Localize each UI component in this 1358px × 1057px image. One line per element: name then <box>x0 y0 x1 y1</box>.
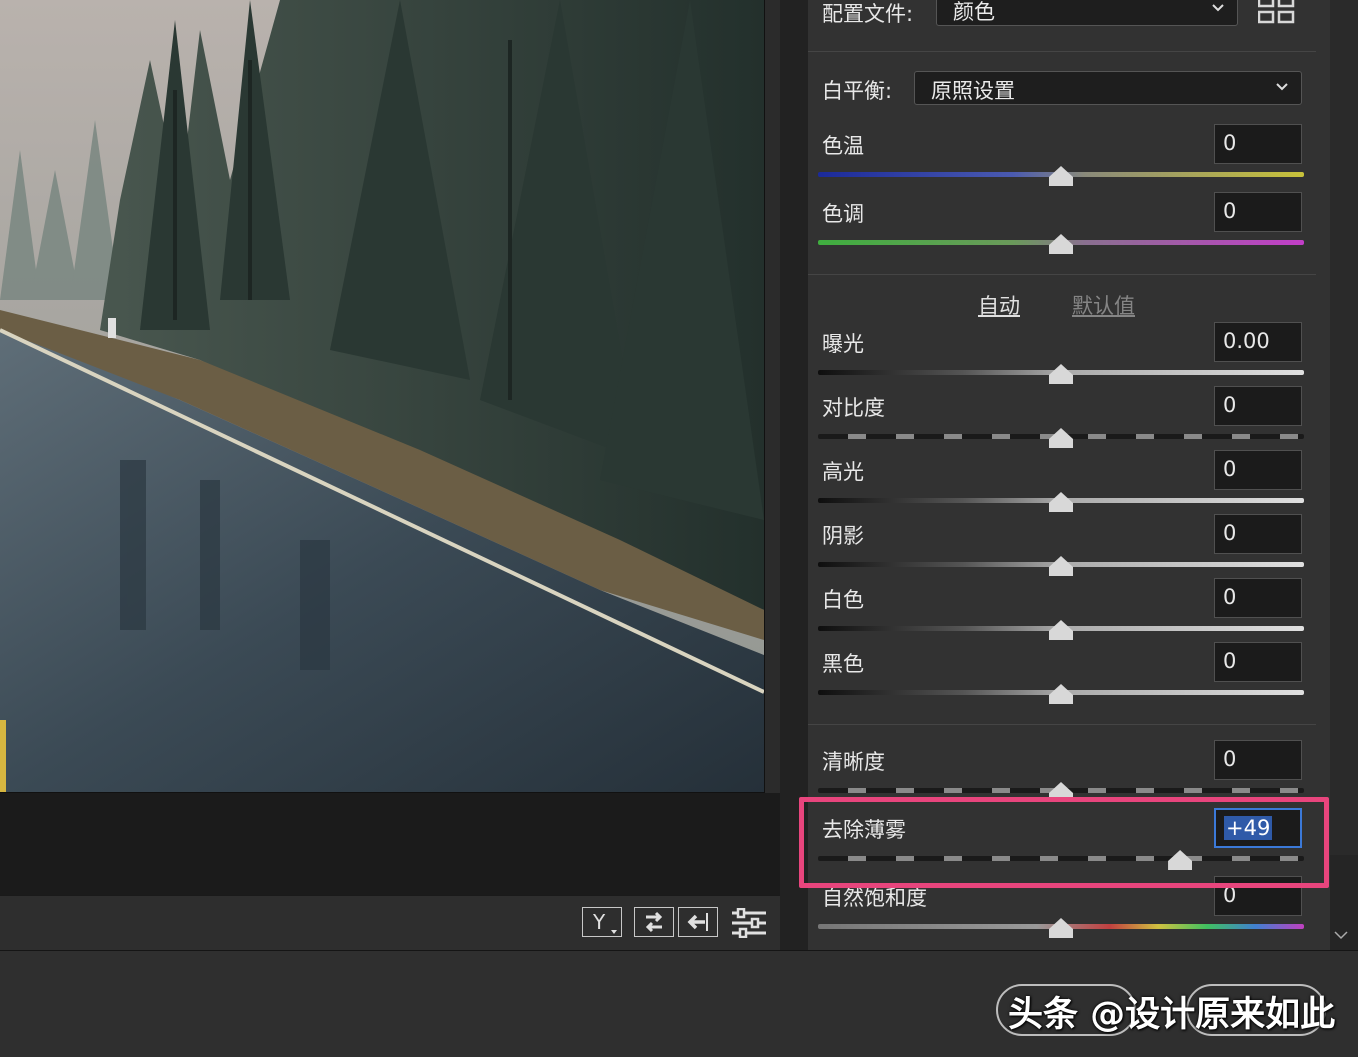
slider-value-field[interactable]: 0 <box>1214 124 1302 164</box>
panel-splitter[interactable] <box>780 0 808 950</box>
profile-browser-icon[interactable] <box>1258 0 1296 28</box>
white-balance-dropdown[interactable]: 原照设置 <box>914 71 1302 105</box>
slider-label: 色温 <box>822 134 864 158</box>
preview-toolbar: Y <box>0 895 780 951</box>
profile-value: 颜色 <box>953 0 995 24</box>
slider-thumb-shape <box>1049 918 1073 938</box>
slider-label: 曝光 <box>822 332 864 356</box>
slider-thumb-shape <box>1049 166 1073 186</box>
preview-background <box>0 793 780 895</box>
scroll-down-icon[interactable] <box>1332 926 1350 944</box>
slider-label: 清晰度 <box>822 750 885 774</box>
slider-label: 黑色 <box>822 652 864 676</box>
slider-value: 0.00 <box>1223 329 1270 353</box>
slider-thumb-shape <box>1049 364 1073 384</box>
slider-value: 0 <box>1223 199 1237 223</box>
auto-link[interactable]: 自动 <box>978 290 1020 320</box>
slider-thumb-shape <box>1168 850 1193 870</box>
chevron-down-icon <box>1212 4 1224 12</box>
slider-thumb-shape <box>1049 684 1073 704</box>
slider-value: 0 <box>1223 521 1237 545</box>
slider-value: 0 <box>1223 585 1237 609</box>
slider-label: 去除薄雾 <box>822 818 906 842</box>
slider-value: +49 <box>1224 816 1273 840</box>
slider-label: 对比度 <box>822 396 885 420</box>
slider-label: 高光 <box>822 460 864 484</box>
watermark-text: 头条 @设计原来如此 <box>1008 995 1336 1035</box>
slider-value-field[interactable]: 0 <box>1214 514 1302 554</box>
default-link[interactable]: 默认值 <box>1072 290 1135 320</box>
slider-label: 阴影 <box>822 524 864 548</box>
slider-label: 自然饱和度 <box>822 886 927 910</box>
photo-preview <box>0 0 765 793</box>
slider-thumb-shape <box>1049 234 1073 254</box>
slider-thumb-shape <box>1049 492 1073 512</box>
profile-dropdown[interactable]: 颜色 <box>936 0 1238 26</box>
slider-thumb-shape <box>1049 782 1073 802</box>
slider-value: 0 <box>1223 747 1237 771</box>
slider-value: 0 <box>1223 131 1237 155</box>
chevron-down-icon <box>1276 83 1288 91</box>
rainy-road-photo <box>0 0 764 792</box>
slider-value-field[interactable]: 0 <box>1214 876 1302 916</box>
slider-value: 0 <box>1223 649 1237 673</box>
y-compare-icon[interactable]: Y <box>582 907 622 937</box>
white-balance-label: 白平衡: <box>822 79 893 103</box>
slider-value-field[interactable]: 0 <box>1214 450 1302 490</box>
slider-value-field[interactable]: 0.00 <box>1214 322 1302 362</box>
divider <box>808 51 1316 52</box>
copy-settings-icon[interactable] <box>678 907 718 937</box>
slider-thumb-shape <box>1049 620 1073 640</box>
slider-value: 0 <box>1223 393 1237 417</box>
white-balance-value: 原照设置 <box>931 79 1015 103</box>
slider-thumb-shape <box>1049 556 1073 576</box>
divider <box>808 724 1316 725</box>
slider-value: 0 <box>1223 457 1237 481</box>
slider-value: 0 <box>1223 883 1237 907</box>
divider <box>808 274 1316 275</box>
slider-value-field[interactable]: 0 <box>1214 192 1302 232</box>
slider-value-field[interactable]: +49 <box>1214 808 1302 848</box>
slider-value-field[interactable]: 0 <box>1214 578 1302 618</box>
slider-value-field[interactable]: 0 <box>1214 386 1302 426</box>
profile-label: 配置文件: <box>822 2 914 26</box>
slider-value-field[interactable]: 0 <box>1214 740 1302 780</box>
swap-icon[interactable] <box>634 907 674 937</box>
slider-thumb-shape <box>1049 428 1073 448</box>
slider-label: 白色 <box>822 588 864 612</box>
sliders-icon[interactable] <box>730 907 768 939</box>
svg-text:Y: Y <box>592 910 606 934</box>
panel-scrollbar[interactable] <box>1330 0 1358 950</box>
slider-track[interactable] <box>818 856 1304 861</box>
slider-label: 色调 <box>822 202 864 226</box>
basic-adjustments-panel: 配置文件: 颜色 白平衡: 原照设置 色温 0 色调 0 曝光 0.00 对比度 0 高光 0 阴影… <box>808 0 1330 950</box>
slider-value-field[interactable]: 0 <box>1214 642 1302 682</box>
